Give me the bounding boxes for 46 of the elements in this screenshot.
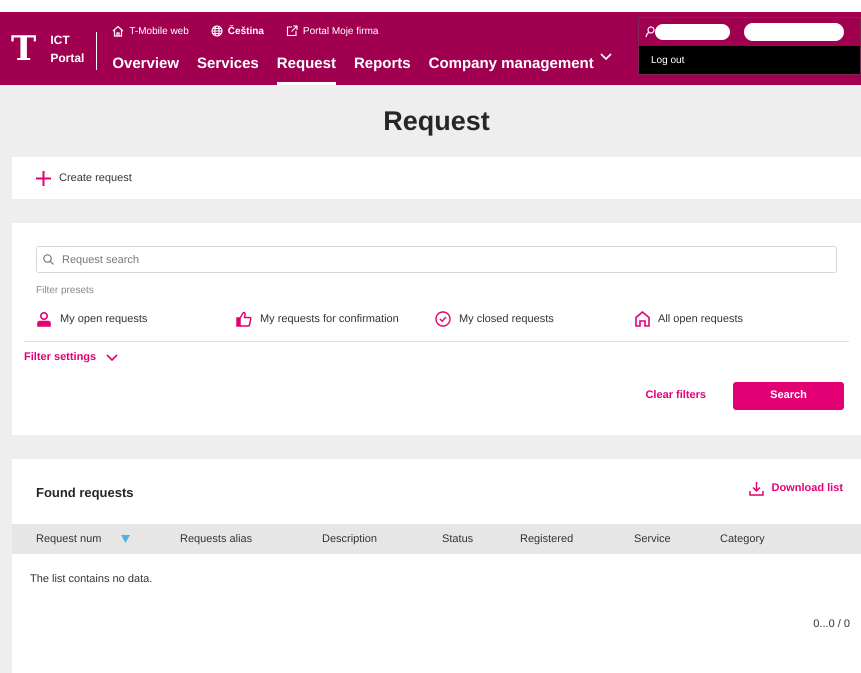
chevron-down-icon xyxy=(600,53,612,60)
create-request-link[interactable]: Create request xyxy=(36,170,132,186)
filter-preset[interactable]: My closed requests xyxy=(435,311,554,328)
column-header[interactable]: Registered xyxy=(520,530,574,548)
empty-message: The list contains no data. xyxy=(30,572,154,587)
logout-link[interactable]: Log out xyxy=(651,52,684,68)
results-title: Found requests xyxy=(36,484,134,502)
top-link[interactable]: Čeština xyxy=(210,24,264,38)
filter-preset[interactable]: All open requests xyxy=(635,311,743,328)
column-header[interactable]: Service xyxy=(634,530,671,548)
search-button[interactable]: Search xyxy=(733,382,844,410)
filter-preset[interactable]: My requests for confirmation xyxy=(236,311,399,328)
nav-tab[interactable]: Company management xyxy=(428,50,612,85)
search-field[interactable]: Request search xyxy=(36,246,837,273)
home-icon xyxy=(112,25,124,37)
portal-name: Portal xyxy=(50,50,84,66)
download-icon xyxy=(748,481,764,496)
external-link-icon xyxy=(286,25,298,37)
home-icon xyxy=(635,311,650,328)
thumbs-up-icon xyxy=(236,311,252,328)
globe-icon xyxy=(210,25,223,37)
plus-icon xyxy=(36,170,51,186)
portal-name: ICT xyxy=(50,32,71,48)
search-icon xyxy=(43,254,54,265)
column-header[interactable]: Requests alias xyxy=(180,530,252,548)
nav-tab[interactable]: Reports xyxy=(354,50,411,85)
clear-filters-link[interactable]: Clear filters xyxy=(645,387,706,404)
top-link[interactable]: Portal Moje firma xyxy=(286,24,378,38)
filter-preset[interactable]: My open requests xyxy=(36,311,148,328)
column-header[interactable]: Category xyxy=(720,530,765,548)
nav-tab[interactable]: Services xyxy=(197,50,259,85)
page-title: Request xyxy=(382,104,491,138)
logo[interactable]: T xyxy=(11,32,36,66)
sort-icon[interactable] xyxy=(121,535,130,543)
filter-settings-toggle[interactable]: Filter settings xyxy=(24,349,118,366)
person-icon xyxy=(36,311,52,328)
pagination-info: 0...0 / 0 xyxy=(813,616,850,632)
column-header[interactable]: Description xyxy=(322,530,378,548)
nav-tab[interactable]: Overview xyxy=(112,50,180,85)
column-header[interactable]: Request num xyxy=(36,530,130,548)
download-list-link[interactable]: Download list xyxy=(748,480,843,497)
check-circle-icon xyxy=(435,311,451,328)
presets-label: Filter presets xyxy=(36,284,95,298)
column-header[interactable]: Status xyxy=(442,530,474,548)
chevron-down-icon xyxy=(106,354,118,361)
top-link[interactable]: T-Mobile web xyxy=(112,24,189,38)
